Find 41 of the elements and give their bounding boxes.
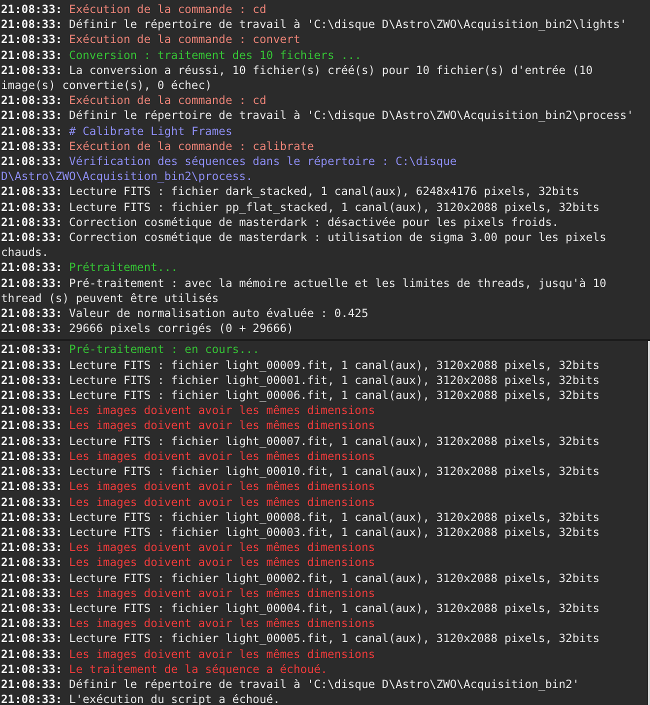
log-line: 21:08:33: Lecture FITS : fichier pp_flat_stacked, 1 canal(aux), 3120x2088 pixels, 32bits [0,200,601,215]
log-line: 21:08:33: Lecture FITS : fichier light_00006.fit, 1 canal(aux), 3120x2088 pixels, 32bits [0,388,601,404]
log-line: 21:08:33: Prétraitement... [0,260,179,276]
log-line: 21:08:33: Les images doivent avoir les mêmes dimensions [0,479,376,494]
log-line: 21:08:33: Lecture FITS : fichier light_00004.fit, 1 canal(aux), 3120x2088 pixels, 32bits [0,600,601,616]
log-line: 21:08:33: Les images doivent avoir les mêmes dimensions [0,494,376,510]
log-line: 21:08:33: Les images doivent avoir les mêmes dimensions [0,646,376,662]
log-line: 21:08:33: Correction cosmétique de masterdark : utilisation de sigma 3.00 pour les pixels chauds. [0,230,608,260]
log-line: 21:08:33: La conversion a réussi, 10 fichier(s) créé(s) pour 10 fichier(s) d'entrée (10 image(s) convertie(s), 0 échec) [0,62,594,94]
log-line: 21:08:33: Exécution de la commande : cd [0,2,268,18]
log-line: 21:08:33: # Calibrate Light Frames [0,124,234,139]
log-line: 21:08:33: Lecture FITS : fichier light_00001.fit, 1 canal(aux), 3120x2088 pixels, 32bits [0,372,601,388]
log-line: 21:08:33: Conversion : traitement des 10 fichiers ... [0,48,362,63]
log-line: 21:08:33: Lecture FITS : fichier light_00005.fit, 1 canal(aux), 3120x2088 pixels, 32bits [0,631,601,647]
log-line: 21:08:33: Définir le répertoire de travail à 'C:\disque D\Astro\ZWO\Acquisition_bin2\process' [0,108,635,124]
log-line: 21:08:33: Définir le répertoire de travail à 'C:\disque D\Astro\ZWO\Acquisition_bin2' [0,676,580,692]
log-line: 21:08:33: Les images doivent avoir les mêmes dimensions [0,448,376,464]
log-line: 21:08:33: Vérification des séquences dans le répertoire : C:\disque D\Astro\ZWO\Acquisition_bin2\process. [0,154,458,184]
log-line: 21:08:33: Les images doivent avoir les mêmes dimensions [0,555,376,571]
log-line: 21:08:33: Les images doivent avoir les mêmes dimensions [0,418,376,434]
log-line: 21:08:33: Les images doivent avoir les mêmes dimensions [0,616,376,632]
log-line: 21:08:33: Définir le répertoire de travail à 'C:\disque D\Astro\ZWO\Acquisition_bin2\lights' [0,17,628,32]
log-line: 21:08:33: Pré-traitement : avec la mémoire actuelle et les limites de threads, jusqu'à 10 thread (s) peuvent être utilisés [0,276,608,306]
log-line: 21:08:33: Exécution de la commande : calibrate [0,138,315,154]
log-line: 21:08:33: Lecture FITS : fichier light_00008.fit, 1 canal(aux), 3120x2088 pixels, 32bits [0,510,601,525]
log-line: 21:08:33: Lecture FITS : fichier light_00002.fit, 1 canal(aux), 3120x2088 pixels, 32bits [0,570,601,586]
log-line: 21:08:33: 29666 pixels corrigés (0 + 29666) [0,321,294,336]
log-line: 21:08:33: Lecture FITS : fichier light_00003.fit, 1 canal(aux), 3120x2088 pixels, 32bits [0,524,601,540]
log-line: 21:08:33: Lecture FITS : fichier light_00009.fit, 1 canal(aux), 3120x2088 pixels, 32bits [0,358,601,373]
log-line: 21:08:33: Le traitement de la séquence a échoué. [0,662,328,677]
log-line: 21:08:33: Exécution de la commande : convert [0,32,302,48]
log-line: 21:08:33: Les images doivent avoir les mêmes dimensions [0,403,376,418]
log-line: 21:08:33: Lecture FITS : fichier light_00007.fit, 1 canal(aux), 3120x2088 pixels, 32bits [0,434,601,449]
log-line: 21:08:33: Valeur de normalisation auto évaluée : 0.425 [0,306,370,322]
log-line: 21:08:33: Les images doivent avoir les mêmes dimensions [0,586,376,601]
log-line: 21:08:33: Lecture FITS : fichier dark_stacked, 1 canal(aux), 6248x4176 pixels, 32bits [0,184,580,200]
log-line: 21:08:33: Exécution de la commande : cd [0,93,268,108]
log-line: 21:08:33: Pré-traitement : en cours... [0,342,260,358]
log-line: 21:08:33: Lecture FITS : fichier light_00010.fit, 1 canal(aux), 3120x2088 pixels, 32bits [0,464,601,480]
log-line: 21:08:33: Les images doivent avoir les mêmes dimensions [0,540,376,556]
log-line: 21:08:33: Correction cosmétique de masterdark : désactivée pour les pixels froids. [0,214,560,230]
